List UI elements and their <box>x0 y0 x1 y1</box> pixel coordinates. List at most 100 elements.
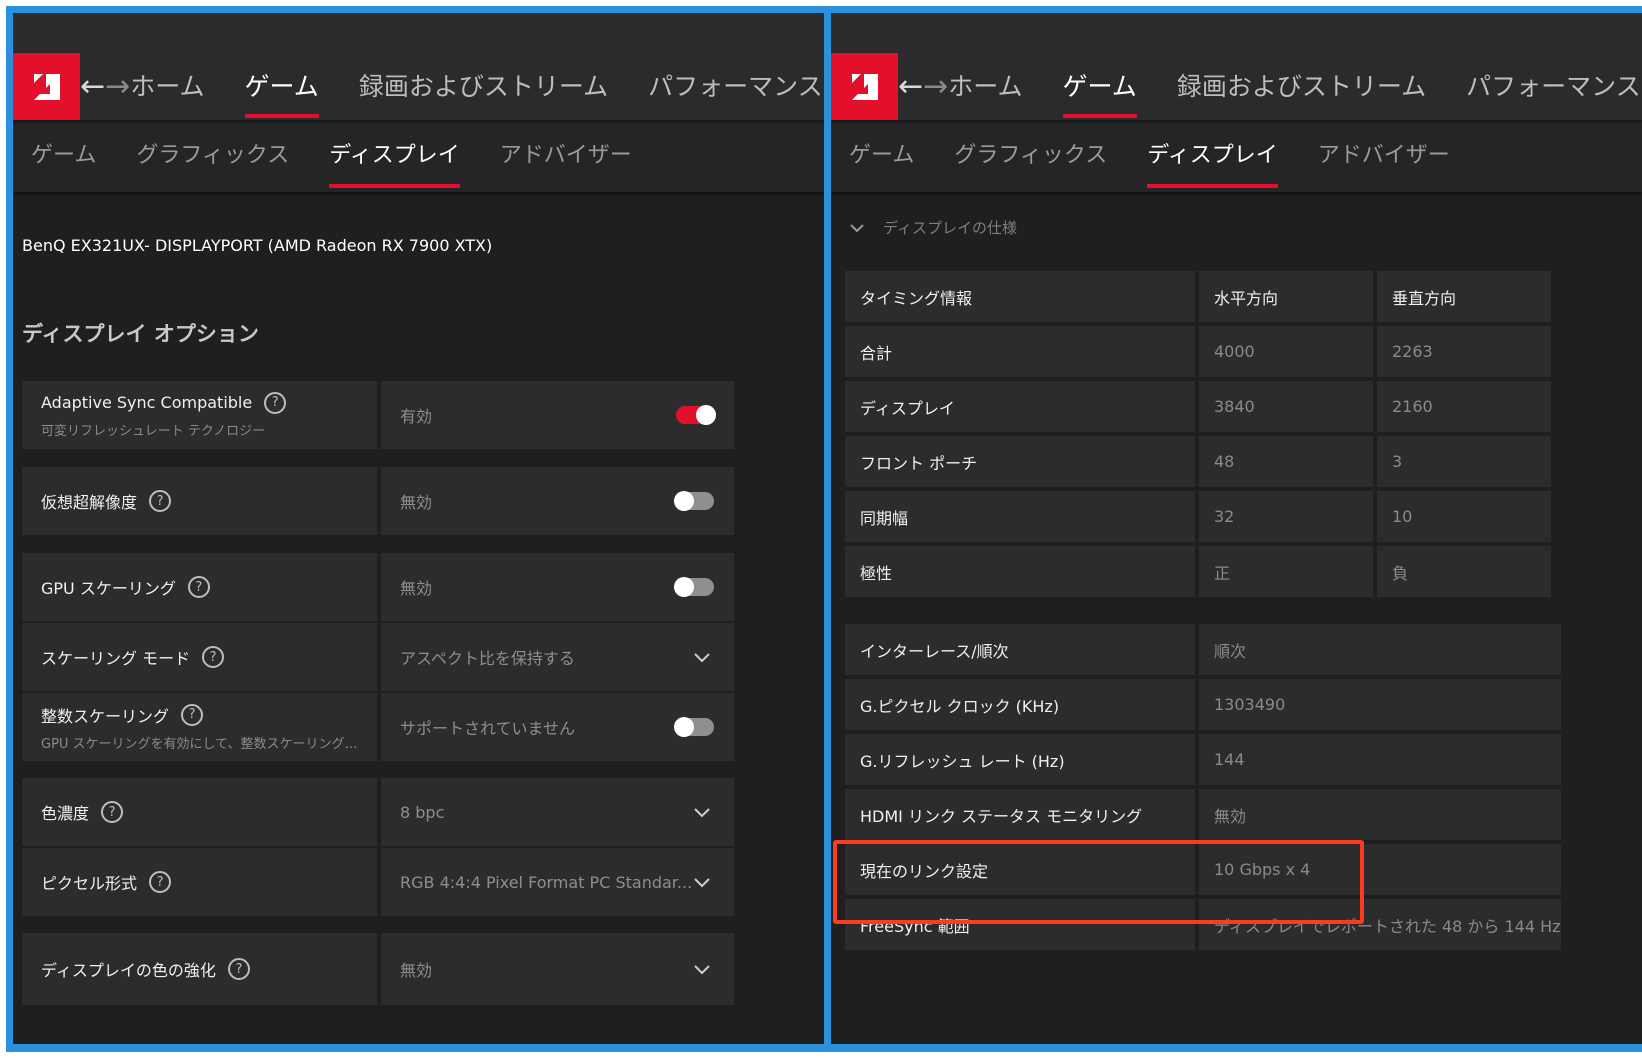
option-row-color-depth: 色濃度? 8 bpc <box>22 778 734 846</box>
color-depth-dropdown[interactable]: 8 bpc <box>381 778 734 846</box>
scaling-mode-dropdown[interactable]: アスペクト比を保持する <box>381 623 734 691</box>
tab-graphics[interactable]: グラフィックス <box>954 120 1107 192</box>
nav-gaming[interactable]: ゲーム <box>1062 53 1138 120</box>
help-icon[interactable]: ? <box>264 391 287 414</box>
option-label-cell: Adaptive Sync Compatible? 可変リフレッシュレート テク… <box>22 381 377 449</box>
right-window-frame: ← → ホーム ゲーム 録画およびストリーム パフォーマンス ゲーム グラフィッ… <box>824 6 1642 1052</box>
option-row-gpu-scaling: GPU スケーリング? 無効 <box>22 553 734 621</box>
option-value: 無効 <box>400 579 433 598</box>
table-cell: 3840 <box>1199 381 1373 432</box>
table-cell: 順次 <box>1199 624 1561 675</box>
nav-gaming[interactable]: ゲーム <box>244 53 320 120</box>
option-label: 色濃度 <box>41 804 90 823</box>
option-label: ピクセル形式 <box>41 874 138 893</box>
table-cell: 合計 <box>845 326 1195 377</box>
nav-performance[interactable]: パフォーマンス <box>648 53 823 120</box>
help-icon[interactable]: ? <box>101 801 124 823</box>
tab-advisor[interactable]: アドバイザー <box>500 120 632 192</box>
title-bar <box>13 13 824 53</box>
chevron-down-icon <box>694 808 710 818</box>
chevron-down-icon <box>850 223 864 232</box>
tab-display[interactable]: ディスプレイ <box>329 120 461 192</box>
table-cell: 負 <box>1377 546 1551 597</box>
option-label-cell: スケーリング モード? <box>22 623 377 691</box>
option-value: 有効 <box>400 407 433 426</box>
help-icon[interactable]: ? <box>227 958 250 980</box>
tab-games[interactable]: ゲーム <box>31 120 96 192</box>
pixel-format-dropdown[interactable]: RGB 4:4:4 Pixel Format PC Standar... <box>381 848 734 916</box>
table-cell: 2263 <box>1377 326 1551 377</box>
help-icon[interactable]: ? <box>181 703 204 726</box>
gpu-scaling-toggle[interactable] <box>674 577 714 597</box>
nav-home[interactable]: ホーム <box>130 53 204 120</box>
option-row-vsr: 仮想超解像度? 無効 <box>22 467 734 535</box>
integer-scaling-toggle[interactable] <box>674 717 714 737</box>
option-label: GPU スケーリング <box>41 579 176 598</box>
table-cell: 10 <box>1377 491 1551 542</box>
display-spec-section-header[interactable]: ディスプレイの仕様 <box>849 217 1017 238</box>
table-row: ディスプレイ 3840 2160 <box>845 381 1551 432</box>
table-cell: 144 <box>1199 734 1561 785</box>
help-icon[interactable]: ? <box>149 490 172 512</box>
table-row: 極性 正 負 <box>845 546 1551 597</box>
table-cell: G.ピクセル クロック (KHz) <box>845 679 1195 730</box>
top-nav: ← → ホーム ゲーム 録画およびストリーム パフォーマンス <box>13 53 824 120</box>
tab-graphics[interactable]: グラフィックス <box>136 120 289 192</box>
table-row: G.ピクセル クロック (KHz) 1303490 <box>845 679 1561 730</box>
table-header: 水平方向 <box>1199 271 1373 322</box>
option-label-cell: 整数スケーリング? GPU スケーリングを有効にして、整数スケーリングを可能..… <box>22 693 377 761</box>
top-nav: ← → ホーム ゲーム 録画およびストリーム パフォーマンス <box>831 53 1642 120</box>
sub-nav: ゲーム グラフィックス ディスプレイ アドバイザー <box>831 120 1642 192</box>
amd-logo-icon[interactable] <box>13 53 80 120</box>
forward-arrow-icon[interactable]: → <box>105 69 130 104</box>
option-sublabel: 可変リフレッシュレート テクノロジー <box>41 423 266 439</box>
table-row: 同期幅 32 10 <box>845 491 1551 542</box>
table-cell: フロント ポーチ <box>845 436 1195 487</box>
chevron-down-icon <box>694 965 710 975</box>
option-value-cell[interactable]: サポートされていません <box>381 693 734 761</box>
table-cell: 4000 <box>1199 326 1373 377</box>
table-row: フロント ポーチ 48 3 <box>845 436 1551 487</box>
chevron-down-icon <box>694 878 710 888</box>
chevron-down-icon <box>694 653 710 663</box>
option-label-cell: 仮想超解像度? <box>22 467 377 535</box>
option-value: RGB 4:4:4 Pixel Format PC Standar... <box>400 872 693 892</box>
table-cell: 48 <box>1199 436 1373 487</box>
highlight-box <box>833 840 1364 924</box>
nav-home[interactable]: ホーム <box>948 53 1022 120</box>
option-label-cell: ディスプレイの色の強化? <box>22 933 377 1005</box>
sub-nav: ゲーム グラフィックス ディスプレイ アドバイザー <box>13 120 824 192</box>
section-title: ディスプレイ オプション <box>22 322 259 346</box>
right-window: ← → ホーム ゲーム 録画およびストリーム パフォーマンス ゲーム グラフィッ… <box>831 13 1642 1044</box>
option-label: スケーリング モード <box>41 649 191 668</box>
tab-games[interactable]: ゲーム <box>849 120 914 192</box>
help-icon[interactable]: ? <box>187 576 210 598</box>
amd-logo-icon[interactable] <box>831 53 898 120</box>
help-icon[interactable]: ? <box>202 646 225 668</box>
option-label: 整数スケーリング <box>41 706 170 726</box>
table-row: HDMI リンク ステータス モニタリング 無効 <box>845 789 1561 840</box>
back-arrow-icon[interactable]: ← <box>898 69 923 104</box>
nav-record-stream[interactable]: 録画およびストリーム <box>1177 53 1426 120</box>
back-arrow-icon[interactable]: ← <box>80 69 105 104</box>
option-value-cell[interactable]: 有効 <box>381 381 734 449</box>
nav-record-stream[interactable]: 録画およびストリーム <box>359 53 608 120</box>
table-cell: 3 <box>1377 436 1551 487</box>
table-cell: 無効 <box>1199 789 1561 840</box>
forward-arrow-icon[interactable]: → <box>923 69 948 104</box>
option-value: 無効 <box>400 961 433 980</box>
table-row: 合計 4000 2263 <box>845 326 1551 377</box>
timing-table: タイミング情報 水平方向 垂直方向 合計 4000 2263 ディスプレイ 38… <box>841 267 1555 601</box>
help-icon[interactable]: ? <box>149 871 172 893</box>
color-enhancement-dropdown[interactable]: 無効 <box>381 933 734 1005</box>
tab-advisor[interactable]: アドバイザー <box>1318 120 1450 192</box>
nav-performance[interactable]: パフォーマンス <box>1466 53 1641 120</box>
table-cell: インターレース/順次 <box>845 624 1195 675</box>
option-value-cell[interactable]: 無効 <box>381 553 734 621</box>
tab-display[interactable]: ディスプレイ <box>1147 120 1279 192</box>
vsr-toggle[interactable] <box>674 491 714 511</box>
option-value: 無効 <box>400 493 433 512</box>
option-label: Adaptive Sync Compatible <box>41 393 253 412</box>
adaptive-sync-toggle[interactable] <box>676 405 716 425</box>
option-value-cell[interactable]: 無効 <box>381 467 734 535</box>
